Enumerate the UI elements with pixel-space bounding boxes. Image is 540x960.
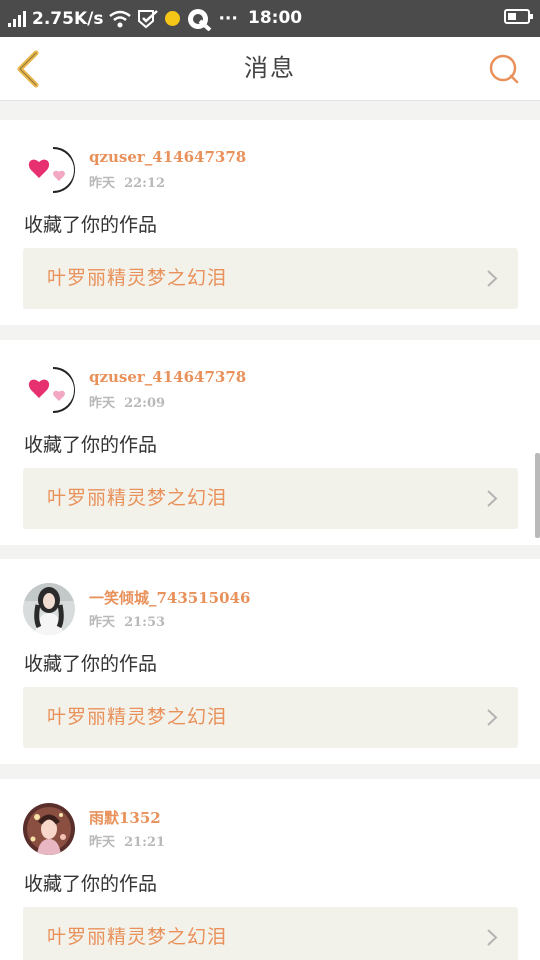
wifi-icon [109,10,132,27]
action-text: 收藏了你的作品 [24,214,158,236]
timestamp: 昨天 22:12 [89,172,165,191]
notification-card: 一笑倾城_743515046 昨天 21:53 收藏了你的作品 叶罗丽精灵梦之幻… [0,559,540,764]
work-title: 叶罗丽精灵梦之幻泪 [47,267,228,289]
hearts-avatar-image [23,364,75,416]
qq-browser-icon [188,8,212,31]
user-avatar[interactable] [23,364,75,416]
timestamp: 昨天 22:09 [89,392,165,411]
nav-header: 消息 [0,37,540,101]
scrollbar[interactable] [535,453,540,538]
status-left: 2.75K/s ··· [8,0,238,37]
time-label: 21:21 [124,835,166,850]
work-link[interactable]: 叶罗丽精灵梦之幻泪 [23,248,518,309]
time-label: 22:09 [124,396,166,411]
verified-shield-icon [138,9,159,28]
timestamp: 昨天 21:21 [89,831,165,850]
user-avatar[interactable] [23,144,75,196]
notification-card: qzuser_414647378 昨天 22:09 收藏了你的作品 叶罗丽精灵梦… [0,340,540,545]
date-label: 昨天 [89,615,116,630]
signal-icon [8,10,26,27]
time-label: 22:12 [124,176,166,191]
work-title: 叶罗丽精灵梦之幻泪 [47,706,228,728]
action-text: 收藏了你的作品 [24,434,158,456]
work-link[interactable]: 叶罗丽精灵梦之幻泪 [23,468,518,529]
notification-card: qzuser_414647378 昨天 22:12 收藏了你的作品 叶罗丽精灵梦… [0,120,540,325]
battery-level [508,13,516,20]
chevron-right-icon [487,270,498,287]
search-icon [489,54,519,84]
hearts-avatar-image [23,144,75,196]
work-link[interactable]: 叶罗丽精灵梦之幻泪 [23,687,518,748]
time-label: 21:53 [124,615,166,630]
work-title: 叶罗丽精灵梦之幻泪 [47,926,228,948]
more-status-icon: ··· [218,8,238,29]
status-bar: 2.75K/s ··· 18:00 [0,0,540,37]
work-title: 叶罗丽精灵梦之幻泪 [47,487,228,509]
girl-photo-avatar-image [23,583,75,635]
search-button[interactable] [486,51,522,87]
username[interactable]: qzuser_414647378 [89,368,246,386]
username[interactable]: qzuser_414647378 [89,148,246,166]
notification-list[interactable]: qzuser_414647378 昨天 22:12 收藏了你的作品 叶罗丽精灵梦… [0,101,540,960]
chevron-right-icon [487,709,498,726]
action-text: 收藏了你的作品 [24,873,158,895]
timestamp: 昨天 21:53 [89,611,165,630]
chevron-right-icon [487,490,498,507]
page-title: 消息 [244,54,296,82]
network-speed: 2.75K/s [32,8,104,29]
action-text: 收藏了你的作品 [24,653,158,675]
notification-card: 雨默1352 昨天 21:21 收藏了你的作品 叶罗丽精灵梦之幻泪 [0,779,540,960]
user-avatar[interactable] [23,803,75,855]
date-label: 昨天 [89,835,116,850]
username[interactable]: 一笑倾城_743515046 [89,587,250,608]
username[interactable]: 雨默1352 [89,807,161,828]
user-avatar[interactable] [23,583,75,635]
anime-avatar-image [23,803,75,855]
date-label: 昨天 [89,176,116,191]
battery-icon [504,9,533,24]
status-time: 18:00 [248,8,303,28]
notification-dot-icon [165,11,181,26]
work-link[interactable]: 叶罗丽精灵梦之幻泪 [23,907,518,960]
chevron-right-icon [487,929,498,946]
date-label: 昨天 [89,396,116,411]
